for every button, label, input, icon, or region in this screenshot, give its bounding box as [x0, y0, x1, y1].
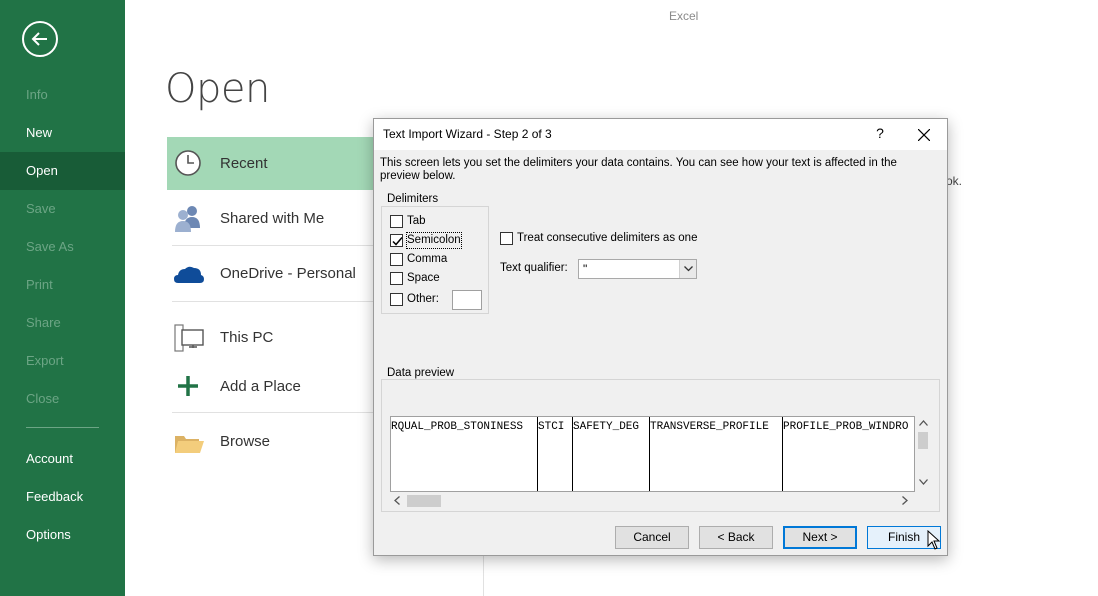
place-label: Shared with Me	[220, 210, 325, 227]
dialog-titlebar[interactable]: Text Import Wizard - Step 2 of 3 ?	[374, 119, 947, 150]
sidebar-divider	[26, 427, 99, 428]
nav-item-save[interactable]: Save	[0, 190, 125, 228]
page-title: Open	[165, 66, 270, 112]
data-preview-grid[interactable]: RQUAL_PROB_STONINESS STCI SAFETY_DEG TRA…	[390, 416, 915, 492]
place-label: This PC	[220, 329, 274, 346]
horizontal-scrollbar[interactable]	[390, 492, 915, 509]
nav-item-close[interactable]: Close	[0, 380, 125, 418]
preview-column: RQUAL_PROB_STONINESS	[391, 417, 538, 491]
nav-item-export[interactable]: Export	[0, 342, 125, 380]
nav-item-open[interactable]: Open	[0, 152, 125, 190]
text-qualifier-value: "	[583, 262, 588, 276]
checkbox-label: Other:	[407, 293, 439, 305]
chevron-right-icon	[902, 496, 908, 505]
checkbox-label: Treat consecutive delimiters as one	[517, 232, 698, 244]
help-button[interactable]: ?	[868, 125, 892, 145]
place-label: Browse	[220, 433, 271, 450]
backstage-sidebar: Info New Open Save Save As Print Share E…	[0, 0, 125, 596]
checkbox-box[interactable]	[390, 253, 403, 266]
text-qualifier-label: Text qualifier:	[500, 262, 568, 274]
nav-item-feedback[interactable]: Feedback	[0, 478, 125, 516]
scroll-up-button[interactable]	[915, 416, 932, 433]
preview-column: PROFILE_PROB_WINDRO	[783, 417, 914, 491]
checkbox-box[interactable]	[390, 234, 403, 247]
checkbox-label: Comma	[407, 253, 448, 265]
computer-icon	[173, 323, 205, 353]
nav-item-new[interactable]: New	[0, 114, 125, 152]
preview-column: STCI	[538, 417, 573, 491]
nav-item-options[interactable]: Options	[0, 516, 125, 554]
chevron-down-icon	[684, 266, 693, 272]
place-label: Recent	[220, 155, 268, 172]
nav-item-account[interactable]: Account	[0, 440, 125, 478]
checkbox-box[interactable]	[390, 272, 403, 285]
back-button[interactable]: < Back	[699, 526, 773, 549]
scroll-right-button[interactable]	[898, 492, 915, 509]
nav-item-print[interactable]: Print	[0, 266, 125, 304]
chevron-down-icon	[919, 479, 928, 485]
back-arrow-button[interactable]	[22, 21, 58, 57]
preview-column: TRANSVERSE_PROFILE	[650, 417, 783, 491]
checkbox-box[interactable]	[390, 293, 403, 306]
chevron-left-icon	[394, 496, 400, 505]
horizontal-scroll-thumb[interactable]	[407, 495, 441, 507]
checkbox-box[interactable]	[390, 215, 403, 228]
place-label: OneDrive - Personal	[220, 265, 356, 282]
place-label: Add a Place	[220, 378, 301, 395]
back-arrow-icon	[31, 32, 47, 46]
nav-item-save-as[interactable]: Save As	[0, 228, 125, 266]
nav-item-share[interactable]: Share	[0, 304, 125, 342]
delimiters-group-label: Delimiters	[385, 193, 441, 205]
close-icon	[918, 129, 930, 141]
checkbox-box[interactable]	[500, 232, 513, 245]
divider	[483, 555, 484, 596]
mouse-pointer-icon	[927, 530, 941, 550]
background-text: ok.	[946, 174, 963, 188]
checkbox-label: Space	[407, 272, 440, 284]
chevron-up-icon	[919, 420, 928, 426]
app-title: Excel	[669, 9, 699, 23]
people-icon	[173, 204, 205, 234]
next-button[interactable]: Next >	[783, 526, 857, 549]
clock-icon	[173, 148, 205, 178]
dropdown-arrow[interactable]	[679, 260, 696, 278]
cancel-button[interactable]: Cancel	[615, 526, 689, 549]
checkbox-label: Semicolon	[406, 232, 462, 249]
other-delimiter-input[interactable]	[452, 290, 482, 310]
dialog-description: This screen lets you set the delimiters …	[380, 157, 897, 182]
data-preview-group-label: Data preview	[385, 367, 457, 379]
close-button[interactable]	[910, 123, 938, 147]
checkmark-icon	[392, 237, 403, 246]
vertical-scroll-thumb[interactable]	[918, 432, 928, 449]
folder-icon	[173, 427, 205, 457]
onedrive-cloud-icon	[173, 259, 205, 289]
text-qualifier-select[interactable]: "	[578, 259, 697, 279]
scroll-down-button[interactable]	[915, 475, 932, 492]
preview-column: SAFETY_DEG	[573, 417, 650, 491]
vertical-scrollbar[interactable]	[915, 416, 932, 492]
scroll-left-button[interactable]	[390, 492, 407, 509]
plus-icon	[173, 372, 205, 402]
nav-item-info[interactable]: Info	[0, 76, 125, 114]
checkbox-label: Tab	[407, 215, 426, 227]
dialog-title: Text Import Wizard - Step 2 of 3	[383, 127, 552, 141]
text-import-wizard-dialog: Text Import Wizard - Step 2 of 3 ? This …	[373, 118, 948, 556]
